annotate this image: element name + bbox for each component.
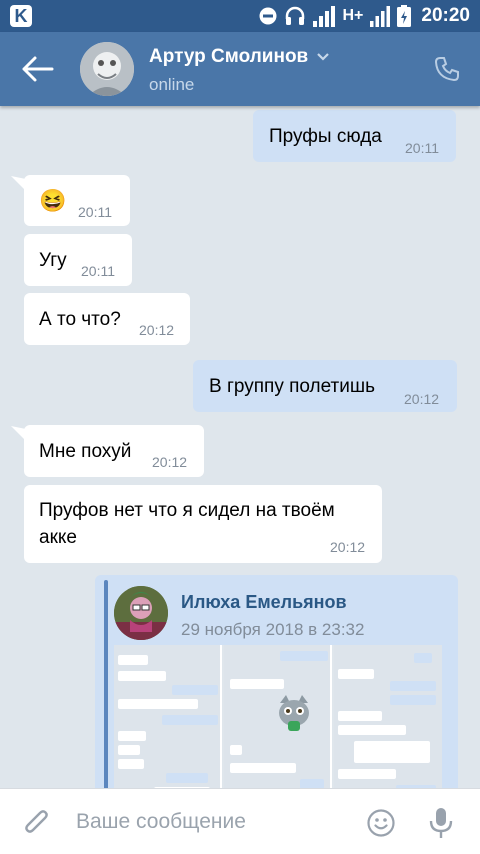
message-text: Пруфы сюда <box>269 126 382 147</box>
message-time: 20:12 <box>330 539 366 555</box>
message-outgoing[interactable]: Пруфы сюда 20:11 <box>253 110 456 162</box>
screenshot-thumb-1 <box>114 645 222 788</box>
message-composer <box>0 788 480 854</box>
headphones-icon <box>286 6 305 25</box>
chevron-down-icon[interactable] <box>316 52 330 62</box>
message-incoming[interactable]: Мне похуй 20:12 <box>24 425 204 477</box>
battery-icon <box>397 5 412 27</box>
message-time: 20:12 <box>404 391 440 407</box>
clock: 20:20 <box>421 5 470 26</box>
message-time: 20:11 <box>78 204 112 220</box>
message-input[interactable] <box>76 805 356 839</box>
message-text: Угу <box>39 250 67 271</box>
forwarded-author-name[interactable]: Илюха Емельянов <box>181 592 347 613</box>
message-time: 20:11 <box>81 263 115 279</box>
message-text: Мне похуй <box>39 441 132 462</box>
network-type: H+ <box>342 7 364 24</box>
message-text-line1: Пруфов нет что я сидел на твоём <box>39 500 335 521</box>
back-arrow-icon[interactable] <box>20 54 56 84</box>
screenshot-thumb-3 <box>334 645 442 788</box>
message-text: В группу полетишь <box>209 376 376 397</box>
forwarded-author-avatar[interactable] <box>114 586 168 640</box>
message-incoming[interactable]: Угу 20:11 <box>24 234 132 286</box>
message-incoming[interactable]: А то что? 20:12 <box>24 293 190 345</box>
message-time: 20:12 <box>139 322 175 338</box>
cat-sticker <box>274 693 314 733</box>
forward-quote-line <box>104 580 108 788</box>
screenshot-thumb-2 <box>224 645 332 788</box>
chat-header: Артур Смолинов online <box>0 32 480 106</box>
app-notification-icon: K <box>10 5 32 27</box>
message-text-line2: акке <box>39 527 77 548</box>
message-incoming[interactable]: 😆 20:11 <box>24 175 130 226</box>
paperclip-icon[interactable] <box>22 807 52 839</box>
dnd-icon <box>259 7 277 25</box>
status-bar: K H+ 20:20 <box>0 0 480 32</box>
signal-icon-2 <box>370 6 391 27</box>
message-time: 20:12 <box>152 454 188 470</box>
forwarded-image[interactable] <box>114 645 442 788</box>
message-outgoing[interactable]: В группу полетишь 20:12 <box>193 360 457 412</box>
signal-icon <box>313 6 336 27</box>
phone-icon[interactable] <box>432 54 462 84</box>
microphone-icon[interactable] <box>428 806 454 840</box>
message-list[interactable]: Пруфы сюда 20:11 😆 20:11 Угу 20:11 А то … <box>0 106 480 788</box>
message-time: 20:11 <box>405 140 439 156</box>
forwarded-date: 29 ноября 2018 в 23:32 <box>181 620 365 639</box>
smile-icon[interactable] <box>366 808 396 838</box>
emoji-grinning-squint: 😆 <box>39 188 67 213</box>
message-text: А то что? <box>39 309 121 330</box>
contact-status: online <box>149 75 195 94</box>
message-incoming[interactable]: Пруфов нет что я сидел на твоём акке 20:… <box>24 485 382 563</box>
avatar[interactable] <box>80 42 134 96</box>
contact-name[interactable]: Артур Смолинов <box>149 46 330 68</box>
